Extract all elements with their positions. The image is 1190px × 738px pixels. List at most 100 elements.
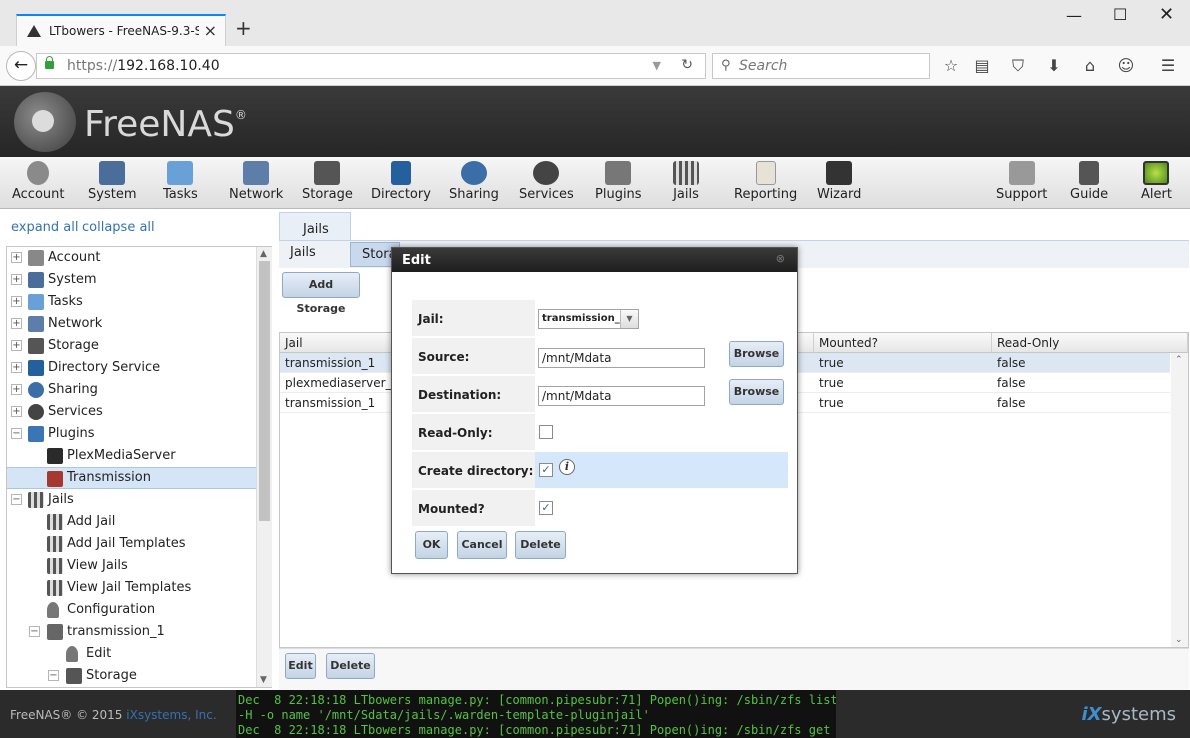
tree-scrollbar-thumb[interactable] xyxy=(259,261,270,521)
dialog-close-icon[interactable]: ⊗ xyxy=(776,252,785,265)
expand-icon[interactable]: + xyxy=(11,362,22,373)
add-storage-button[interactable]: Add Storage xyxy=(282,272,360,315)
collapse-icon[interactable]: − xyxy=(11,428,22,439)
toolbar-services[interactable]: Services xyxy=(519,161,574,202)
tab-jails[interactable]: Jails xyxy=(290,245,316,260)
scroll-down-icon[interactable]: ▼ xyxy=(260,675,267,685)
browser-tab[interactable]: LTbowers - FreeNAS-9.3-S... × xyxy=(16,14,226,46)
mounted-checkbox[interactable]: ✓ xyxy=(539,501,553,515)
url-bar[interactable]: https://192.168.10.40 ▼ ↻ xyxy=(36,53,706,79)
bookmark-star-icon[interactable]: ☆ xyxy=(940,56,962,75)
ok-button[interactable]: OK xyxy=(415,531,448,559)
tree-item-tasks[interactable]: + Tasks xyxy=(7,291,257,313)
tree-item-add-jail-templates[interactable]: Add Jail Templates xyxy=(7,533,257,555)
collapse-icon[interactable]: − xyxy=(11,494,22,505)
info-icon[interactable]: i xyxy=(559,459,575,475)
expand-icon[interactable]: + xyxy=(11,340,22,351)
home-icon[interactable]: ⌂ xyxy=(1079,56,1101,75)
collapse-all-link[interactable]: collapse all xyxy=(82,220,155,235)
expand-icon[interactable]: + xyxy=(11,318,22,329)
cancel-button[interactable]: Cancel xyxy=(457,531,507,559)
tree-item-add-jail[interactable]: Add Jail xyxy=(7,511,257,533)
toolbar-jails[interactable]: Jails xyxy=(673,161,699,202)
tree-item-view-jails[interactable]: View Jails xyxy=(7,555,257,577)
create-directory-checkbox[interactable]: ✓ xyxy=(539,463,553,477)
minimize-icon[interactable]: — xyxy=(1066,6,1082,25)
menu-icon[interactable]: ☰ xyxy=(1157,56,1179,75)
edit-button[interactable]: Edit xyxy=(285,653,316,679)
close-tab-icon[interactable]: × xyxy=(204,21,217,40)
tree-item-plexmediaserver[interactable]: PlexMediaServer xyxy=(7,445,257,467)
column-header-read-only[interactable]: Read-Only xyxy=(992,333,1188,353)
cell-mounted: true xyxy=(819,376,844,390)
expand-icon[interactable]: + xyxy=(11,252,22,263)
toolbar-storage[interactable]: Storage xyxy=(302,161,353,202)
tree-item-system[interactable]: + System xyxy=(7,269,257,291)
expand-icon[interactable]: + xyxy=(11,274,22,285)
toolbar-system[interactable]: System xyxy=(88,161,136,202)
ixsystems-link[interactable]: iXsystems, Inc. xyxy=(126,708,216,722)
collapse-icon[interactable]: − xyxy=(29,626,40,637)
source-browse-button[interactable]: Browse xyxy=(729,341,784,367)
grid-scrollbar[interactable]: ⌃ ⌄ xyxy=(1171,353,1188,647)
scroll-up-icon[interactable]: ⌃ xyxy=(1175,355,1183,365)
tree-item-services[interactable]: + Services xyxy=(7,401,257,423)
tree-item-jail-storage[interactable]: − Storage xyxy=(7,665,257,687)
dialog-delete-button[interactable]: Delete xyxy=(515,531,566,559)
toolbar-alert[interactable]: Alert xyxy=(1141,161,1172,202)
url-dropdown-icon[interactable]: ▼ xyxy=(653,59,661,72)
expand-all-link[interactable]: expand all xyxy=(11,220,79,235)
tree-item-account[interactable]: + Account xyxy=(7,247,257,269)
tree-item-network[interactable]: + Network xyxy=(7,313,257,335)
toolbar-tasks[interactable]: Tasks xyxy=(163,161,198,202)
tree-item-transmission-1[interactable]: − transmission_1 xyxy=(7,621,257,643)
collapse-icon[interactable]: − xyxy=(48,670,59,681)
tree-item-transmission[interactable]: Transmission xyxy=(7,467,257,489)
maximize-icon[interactable]: ☐ xyxy=(1113,5,1127,24)
pocket-icon[interactable]: ⛉ xyxy=(1007,56,1029,76)
tree-item-edit[interactable]: Edit xyxy=(7,643,257,665)
read-only-checkbox[interactable] xyxy=(539,425,553,439)
toolbar-account[interactable]: Account xyxy=(12,161,65,202)
destination-input[interactable]: /mnt/Mdata xyxy=(538,386,705,406)
tree-item-configuration[interactable]: Configuration xyxy=(7,599,257,621)
jail-select[interactable]: transmission_1 ▼ xyxy=(538,309,639,329)
toolbar-network[interactable]: Network xyxy=(229,161,283,202)
ixsystems-logo: iXsystems xyxy=(1081,704,1176,725)
toolbar-wizard[interactable]: Wizard xyxy=(817,161,861,202)
new-tab-icon[interactable]: + xyxy=(235,18,252,38)
column-header-mounted[interactable]: Mounted? xyxy=(814,333,992,353)
tree-item-directory-service[interactable]: + Directory Service xyxy=(7,357,257,379)
reload-icon[interactable]: ↻ xyxy=(681,57,693,73)
back-arrow-icon[interactable]: ← xyxy=(6,51,36,81)
toolbar-guide[interactable]: Guide xyxy=(1070,161,1108,202)
scroll-up-icon[interactable]: ▲ xyxy=(260,249,267,259)
plugins-icon xyxy=(605,161,632,185)
expand-icon[interactable]: + xyxy=(11,296,22,307)
tree-item-jails[interactable]: − Jails xyxy=(7,489,257,511)
scroll-down-icon[interactable]: ⌄ xyxy=(1175,635,1183,645)
toolbar-reporting[interactable]: Reporting xyxy=(734,161,797,202)
tree-item-plugins[interactable]: − Plugins xyxy=(7,423,257,445)
download-icon[interactable]: ⬇ xyxy=(1043,56,1065,75)
tree-item-sharing[interactable]: + Sharing xyxy=(7,379,257,401)
tree-scrollbar[interactable]: ▲ ▼ xyxy=(256,247,272,687)
destination-browse-button[interactable]: Browse xyxy=(729,379,784,405)
expand-icon[interactable]: + xyxy=(11,384,22,395)
tab-jails-outer[interactable]: Jails xyxy=(279,212,351,240)
system-icon xyxy=(99,161,126,185)
toolbar-sharing[interactable]: Sharing xyxy=(449,161,499,202)
smiley-icon[interactable]: ☺ xyxy=(1115,56,1137,75)
toolbar-support[interactable]: Support xyxy=(996,161,1047,202)
tree-item-storage[interactable]: + Storage xyxy=(7,335,257,357)
window-close-icon[interactable]: ✕ xyxy=(1159,4,1174,25)
toolbar-plugins[interactable]: Plugins xyxy=(595,161,642,202)
delete-button[interactable]: Delete xyxy=(326,653,375,679)
chevron-down-icon[interactable]: ▼ xyxy=(620,310,638,328)
source-input[interactable]: /mnt/Mdata xyxy=(538,348,705,368)
toolbar-directory[interactable]: Directory xyxy=(371,161,431,202)
tree-item-view-jail-templates[interactable]: View Jail Templates xyxy=(7,577,257,599)
search-bar[interactable]: ⚲ Search xyxy=(712,53,930,79)
reading-list-icon[interactable]: ▤ xyxy=(971,56,993,75)
expand-icon[interactable]: + xyxy=(11,406,22,417)
